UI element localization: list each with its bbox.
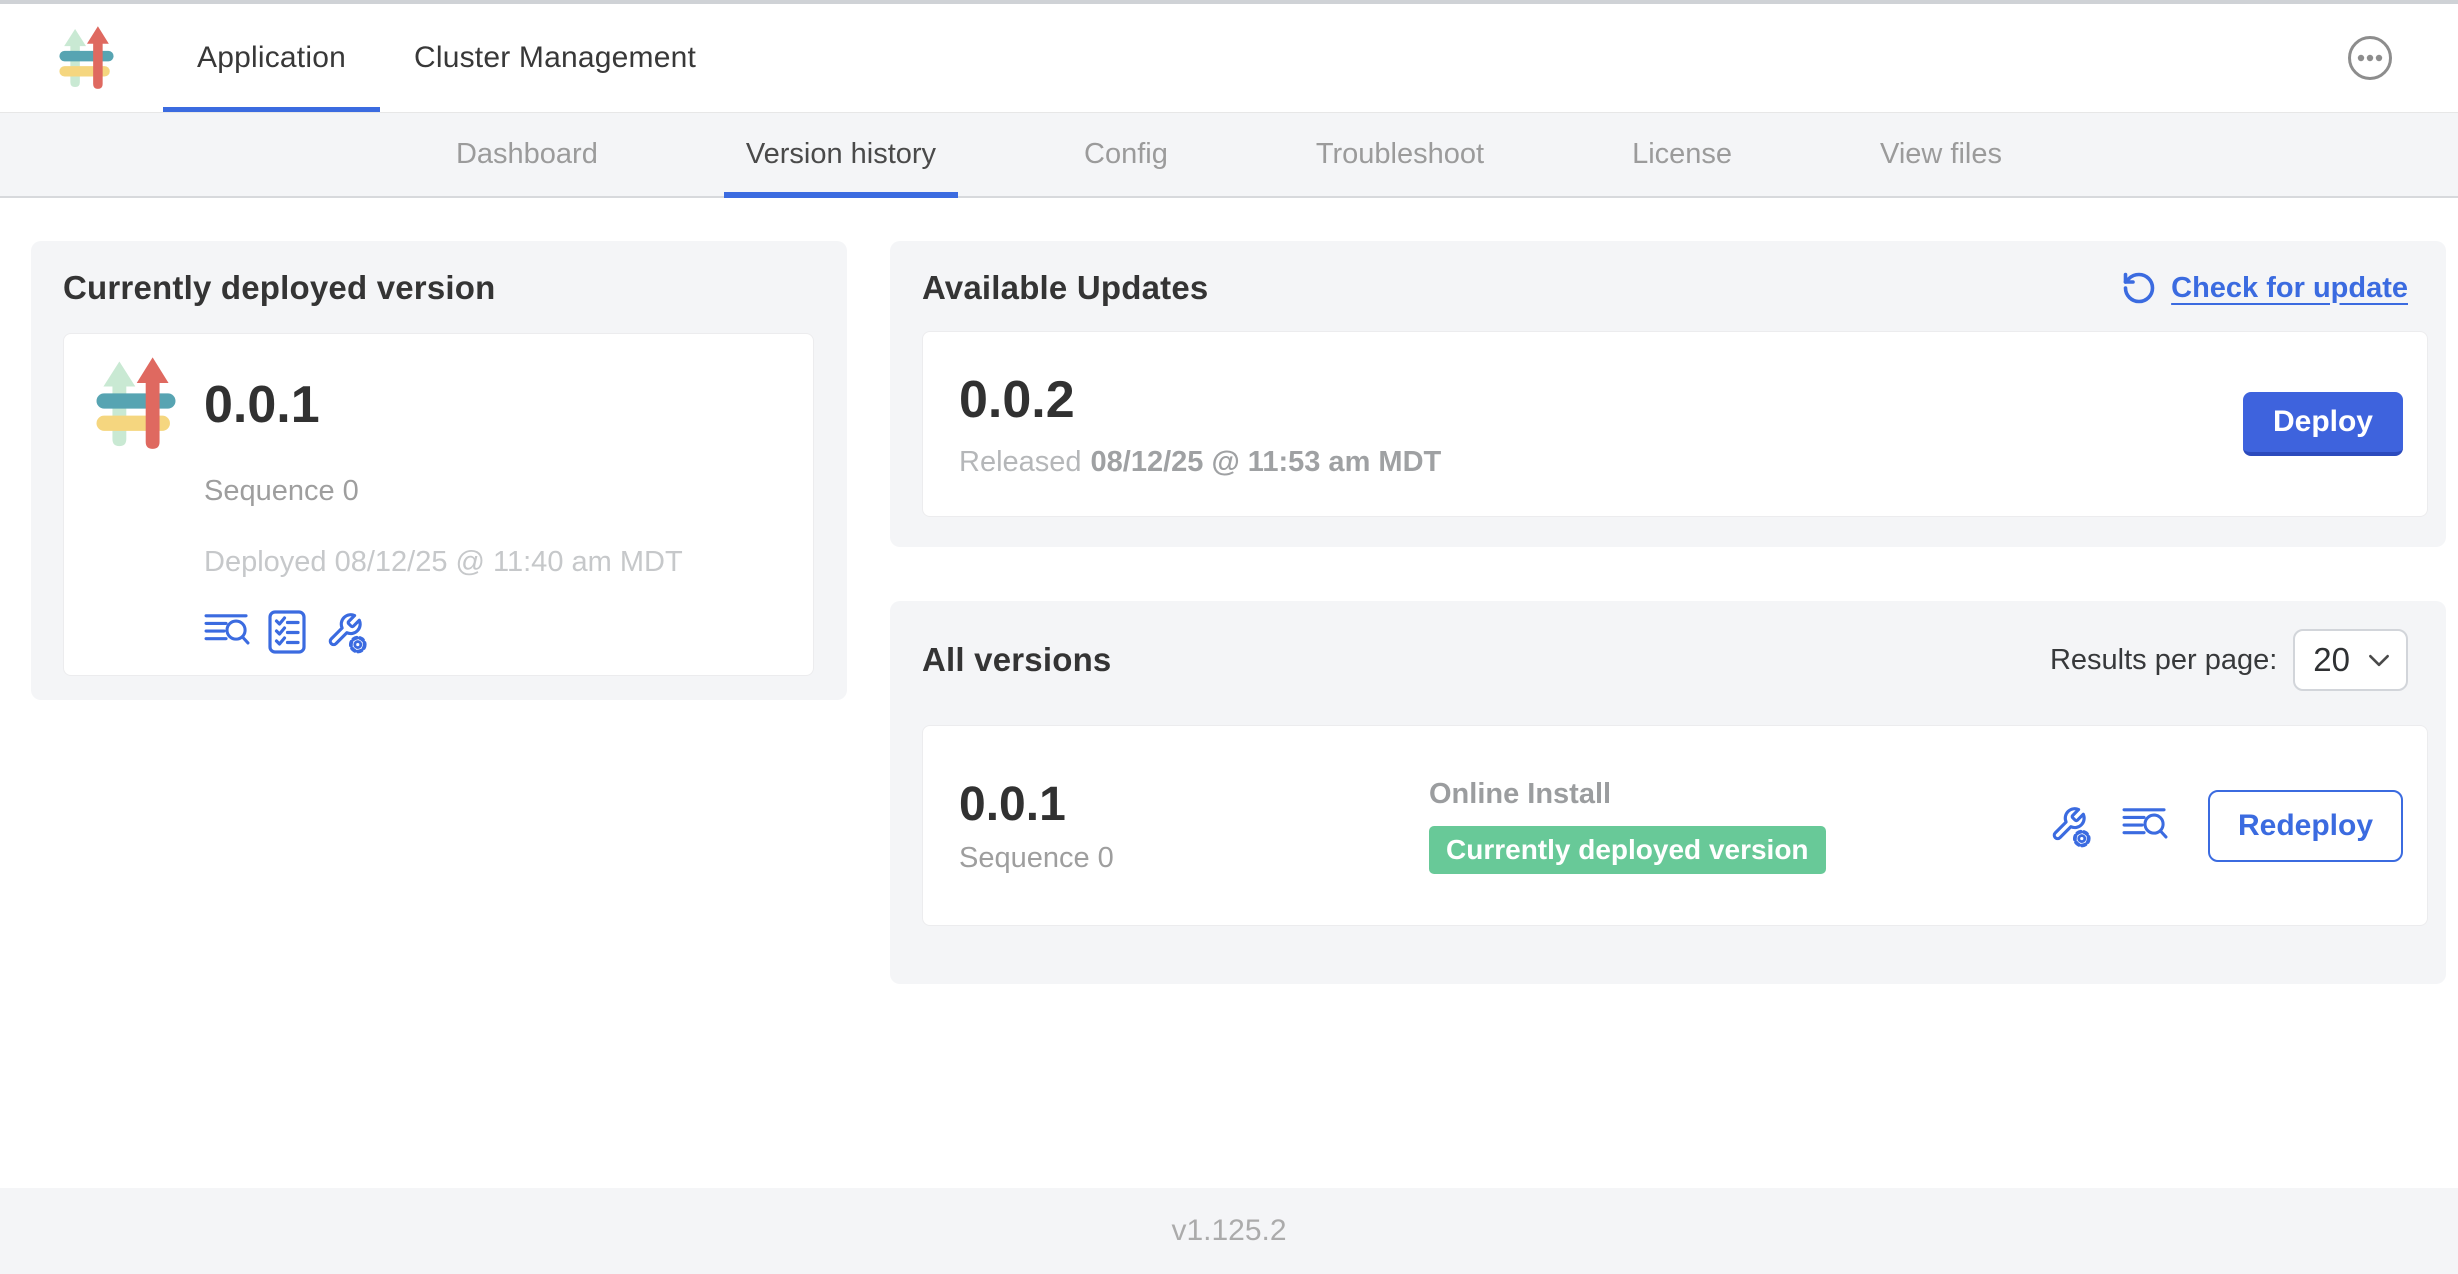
tab-version-history[interactable]: Version history [724, 113, 958, 196]
currently-deployed-badge: Currently deployed version [1429, 826, 1826, 874]
row-version-number: 0.0.1 [959, 777, 1429, 832]
deployed-timestamp: Deployed 08/12/25 @ 11:40 am MDT [204, 546, 783, 579]
results-per-page-select[interactable]: 20 [2293, 629, 2408, 691]
app-level-tabs: Application Cluster Management [163, 4, 730, 112]
tab-license[interactable]: License [1610, 113, 1754, 196]
results-per-page-value: 20 [2313, 641, 2350, 679]
released-prefix: Released [959, 446, 1082, 478]
available-updates-card: Available Updates Check for update [890, 241, 2446, 547]
preflight-checks-icon[interactable] [268, 610, 306, 654]
application-sub-nav: Dashboard Version history Config Trouble… [0, 113, 2458, 198]
all-versions-title: All versions [922, 641, 1111, 679]
tab-application[interactable]: Application [163, 4, 380, 112]
tab-application-label: Application [197, 41, 346, 75]
configure-icon[interactable] [324, 609, 368, 655]
deployed-sequence: Sequence 0 [204, 475, 783, 508]
currently-deployed-title: Currently deployed version [63, 269, 814, 307]
version-history-content: Currently deployed version 0.0.1 Sequenc… [0, 198, 2458, 1188]
diff-logs-icon[interactable] [2122, 806, 2168, 846]
update-version-number: 0.0.2 [959, 370, 1441, 430]
tab-troubleshoot[interactable]: Troubleshoot [1294, 113, 1506, 196]
tab-config[interactable]: Config [1062, 113, 1190, 196]
active-tab-underline [163, 107, 380, 112]
all-versions-card: All versions Results per page: 20 [890, 601, 2446, 984]
currently-deployed-card: Currently deployed version 0.0.1 Sequenc… [31, 241, 847, 700]
version-row-status: Online Install Currently deployed versio… [1429, 778, 2048, 874]
version-row: 0.0.1 Sequence 0 Online Install Currentl… [922, 725, 2428, 926]
deployed-actions [204, 609, 783, 655]
console-footer: v1.125.2 [0, 1188, 2458, 1274]
deployed-version-number: 0.0.1 [204, 375, 783, 435]
check-for-update-link[interactable]: Check for update [2121, 270, 2408, 306]
deployed-version-panel: 0.0.1 Sequence 0 Deployed 08/12/25 @ 11:… [63, 333, 814, 676]
tab-dashboard-label: Dashboard [456, 138, 598, 171]
top-nav: Application Cluster Management [0, 4, 2458, 113]
available-update-row: 0.0.2 Released 08/12/25 @ 11:53 am MDT De… [922, 331, 2428, 517]
chevron-down-icon [2368, 654, 2390, 667]
tab-view-files[interactable]: View files [1858, 113, 2024, 196]
diff-logs-icon[interactable] [204, 612, 250, 652]
admin-console-page: Application Cluster Management Dashboard… [0, 0, 2458, 1274]
app-logo-arrows-icon [58, 25, 115, 92]
tab-config-label: Config [1084, 138, 1168, 171]
version-row-actions: Redeploy [2048, 790, 2403, 862]
version-row-info: 0.0.1 Sequence 0 [959, 777, 1429, 875]
tab-dashboard[interactable]: Dashboard [434, 113, 620, 196]
refresh-icon [2121, 270, 2157, 306]
redeploy-button[interactable]: Redeploy [2208, 790, 2403, 862]
row-sequence: Sequence 0 [959, 842, 1429, 875]
tab-troubleshoot-label: Troubleshoot [1316, 138, 1484, 171]
ellipsis-menu-icon[interactable] [2346, 34, 2394, 82]
tab-cluster-management[interactable]: Cluster Management [380, 4, 730, 112]
active-tab-underline [724, 192, 958, 198]
update-released-line: Released 08/12/25 @ 11:53 am MDT [959, 446, 1441, 479]
tab-cluster-management-label: Cluster Management [414, 41, 696, 75]
check-for-update-label: Check for update [2171, 272, 2408, 305]
app-logo-arrows-icon [92, 356, 180, 453]
deploy-button[interactable]: Deploy [2243, 392, 2403, 456]
all-versions-header: All versions Results per page: 20 [922, 629, 2428, 691]
configure-icon[interactable] [2048, 803, 2092, 849]
tab-license-label: License [1632, 138, 1732, 171]
released-timestamp: 08/12/25 @ 11:53 am MDT [1091, 446, 1442, 478]
available-updates-header: Available Updates Check for update [922, 269, 2428, 307]
install-type-label: Online Install [1429, 778, 1611, 811]
update-info: 0.0.2 Released 08/12/25 @ 11:53 am MDT [959, 370, 1441, 479]
tab-version-history-label: Version history [746, 138, 936, 171]
right-column: Available Updates Check for update [890, 241, 2446, 984]
console-version: v1.125.2 [1171, 1214, 1286, 1248]
results-per-page-label: Results per page: [2050, 644, 2277, 677]
top-nav-spacer [730, 4, 2346, 112]
tab-view-files-label: View files [1880, 138, 2002, 171]
results-per-page: Results per page: 20 [2050, 629, 2408, 691]
available-updates-title: Available Updates [922, 269, 1208, 307]
